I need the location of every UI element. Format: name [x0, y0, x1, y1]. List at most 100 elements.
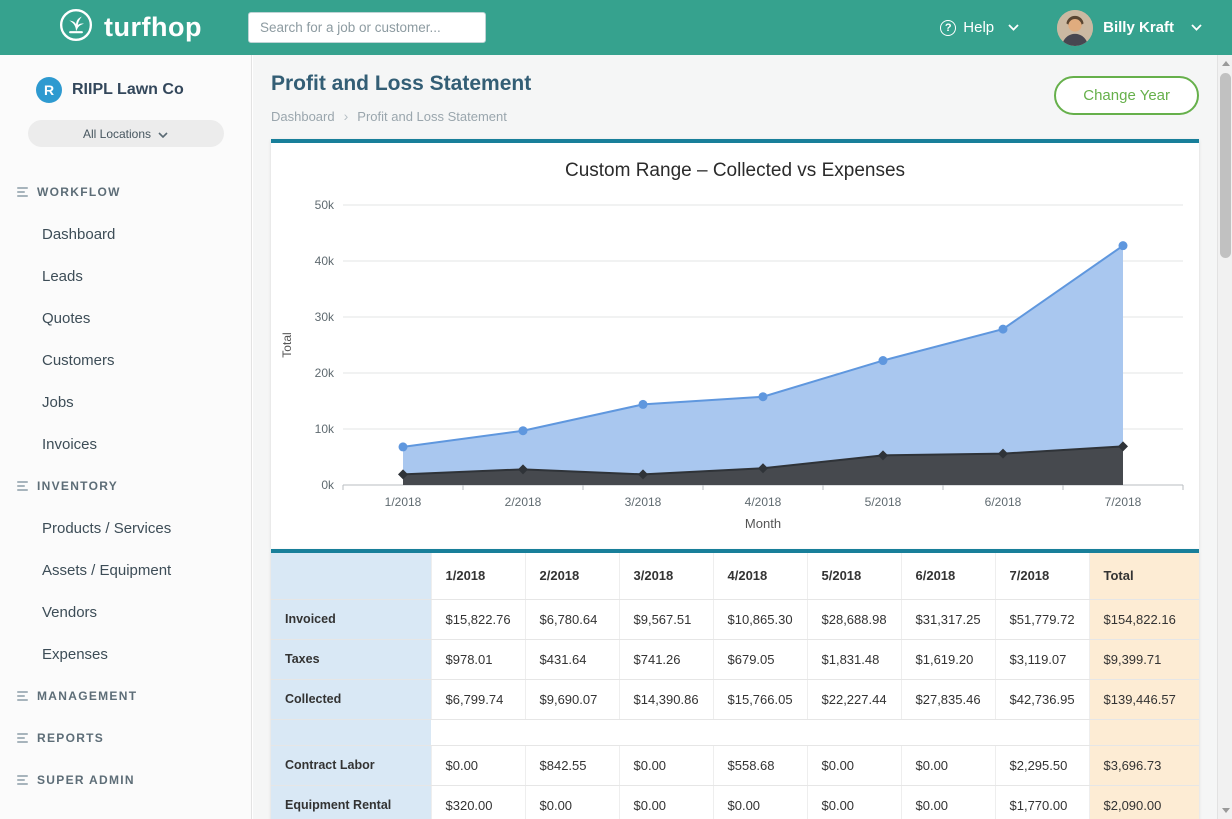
month-column-header: 3/2018 [619, 553, 713, 599]
sidebar-item-invoices[interactable]: Invoices [0, 423, 251, 465]
spacer-total-cell [1089, 719, 1199, 745]
cell-value: $10,865.30 [713, 599, 807, 639]
scroll-down-icon[interactable] [1222, 808, 1230, 813]
section-handle-icon [17, 481, 28, 491]
svg-text:20k: 20k [315, 366, 335, 380]
company-name: RIIPL Lawn Co [72, 81, 184, 99]
total-column-header: Total [1089, 553, 1199, 599]
brand-logo[interactable]: turfhop [58, 7, 202, 48]
svg-text:2/2018: 2/2018 [505, 495, 542, 509]
sidebar-item-quotes[interactable]: Quotes [0, 297, 251, 339]
section-handle-icon [17, 775, 28, 785]
cell-value: $1,619.20 [901, 639, 995, 679]
svg-text:Total: Total [280, 332, 294, 357]
cell-value: $1,770.00 [995, 785, 1089, 819]
user-menu[interactable]: Billy Kraft [1057, 10, 1202, 46]
sidebar-item-jobs[interactable]: Jobs [0, 381, 251, 423]
svg-text:7/2018: 7/2018 [1105, 495, 1142, 509]
vertical-scrollbar[interactable] [1217, 55, 1232, 819]
sidebar-item-expenses[interactable]: Expenses [0, 633, 251, 675]
row-total: $3,696.73 [1089, 745, 1199, 785]
sidebar-item-vendors[interactable]: Vendors [0, 591, 251, 633]
month-column-header: 1/2018 [431, 553, 525, 599]
cell-value: $558.68 [713, 745, 807, 785]
sidebar-item-leads[interactable]: Leads [0, 255, 251, 297]
breadcrumb-dashboard[interactable]: Dashboard [271, 109, 335, 124]
table-row: Taxes$978.01$431.64$741.26$679.05$1,831.… [271, 639, 1199, 679]
chart-card: Custom Range – Collected vs Expenses0k10… [271, 139, 1199, 549]
cell-value: $0.00 [807, 785, 901, 819]
cell-value: $0.00 [901, 745, 995, 785]
sidebar-item-customers[interactable]: Customers [0, 339, 251, 381]
cell-value: $842.55 [525, 745, 619, 785]
cell-value: $14,390.86 [619, 679, 713, 719]
locations-dropdown[interactable]: All Locations [28, 120, 224, 147]
nav-section-management[interactable]: MANAGEMENT [0, 675, 251, 717]
breadcrumb-separator-icon: › [344, 108, 349, 124]
svg-text:5/2018: 5/2018 [865, 495, 902, 509]
help-icon: ? [940, 20, 956, 36]
row-label: Taxes [271, 639, 431, 679]
chevron-down-icon [158, 127, 168, 141]
company-selector[interactable]: R RIIPL Lawn Co [0, 55, 251, 103]
cell-value: $42,736.95 [995, 679, 1089, 719]
row-label: Collected [271, 679, 431, 719]
topbar: turfhop ? Help Billy Kraft [0, 0, 1232, 55]
user-name: Billy Kraft [1103, 19, 1174, 36]
sidebar-item-dashboard[interactable]: Dashboard [0, 213, 251, 255]
spacer-cell [431, 719, 1089, 745]
turfhop-logo-icon [58, 7, 94, 48]
cell-value: $0.00 [619, 745, 713, 785]
svg-text:3/2018: 3/2018 [625, 495, 662, 509]
pl-chart: Custom Range – Collected vs Expenses0k10… [271, 143, 1199, 549]
scrollbar-thumb[interactable] [1220, 73, 1231, 258]
svg-text:0k: 0k [321, 478, 335, 492]
breadcrumb-current: Profit and Loss Statement [357, 109, 507, 124]
table-card: 1/20182/20183/20184/20185/20186/20187/20… [271, 549, 1199, 819]
section-handle-icon [17, 187, 28, 197]
cell-value: $15,822.76 [431, 599, 525, 639]
nav-section-workflow[interactable]: WORKFLOW [0, 171, 251, 213]
table-row: Invoiced$15,822.76$6,780.64$9,567.51$10,… [271, 599, 1199, 639]
cell-value: $2,295.50 [995, 745, 1089, 785]
cell-value: $0.00 [713, 785, 807, 819]
cell-value: $27,835.46 [901, 679, 995, 719]
pl-table: 1/20182/20183/20184/20185/20186/20187/20… [271, 553, 1199, 819]
page-title: Profit and Loss Statement [271, 72, 531, 96]
svg-text:30k: 30k [315, 310, 335, 324]
nav-section-inventory[interactable]: INVENTORY [0, 465, 251, 507]
cell-value: $0.00 [619, 785, 713, 819]
cell-value: $31,317.25 [901, 599, 995, 639]
row-total: $139,446.57 [1089, 679, 1199, 719]
cell-value: $1,831.48 [807, 639, 901, 679]
cell-value: $28,688.98 [807, 599, 901, 639]
sidebar-item-products-services[interactable]: Products / Services [0, 507, 251, 549]
month-column-header: 4/2018 [713, 553, 807, 599]
nav-section-label: SUPER ADMIN [37, 773, 135, 787]
help-menu[interactable]: ? Help [940, 19, 1019, 36]
row-label: Contract Labor [271, 745, 431, 785]
topbar-right: ? Help Billy Kraft [940, 10, 1202, 46]
scroll-up-icon[interactable] [1222, 61, 1230, 66]
cell-value: $0.00 [431, 745, 525, 785]
brand-name: turfhop [104, 12, 202, 43]
nav-section-label: INVENTORY [37, 479, 118, 493]
svg-text:10k: 10k [315, 422, 335, 436]
svg-text:1/2018: 1/2018 [385, 495, 422, 509]
month-column-header: 5/2018 [807, 553, 901, 599]
nav-section-super-admin[interactable]: SUPER ADMIN [0, 759, 251, 801]
table-row: Contract Labor$0.00$842.55$0.00$558.68$0… [271, 745, 1199, 785]
svg-text:50k: 50k [315, 198, 335, 212]
cell-value: $22,227.44 [807, 679, 901, 719]
spacer-row [271, 719, 1199, 745]
locations-label: All Locations [83, 127, 151, 141]
svg-text:4/2018: 4/2018 [745, 495, 782, 509]
section-handle-icon [17, 691, 28, 701]
search-input[interactable] [248, 12, 486, 43]
cell-value: $0.00 [901, 785, 995, 819]
nav-section-reports[interactable]: REPORTS [0, 717, 251, 759]
change-year-button[interactable]: Change Year [1054, 76, 1199, 115]
nav-section-label: MANAGEMENT [37, 689, 137, 703]
sidebar-item-assets-equipment[interactable]: Assets / Equipment [0, 549, 251, 591]
row-total: $9,399.71 [1089, 639, 1199, 679]
